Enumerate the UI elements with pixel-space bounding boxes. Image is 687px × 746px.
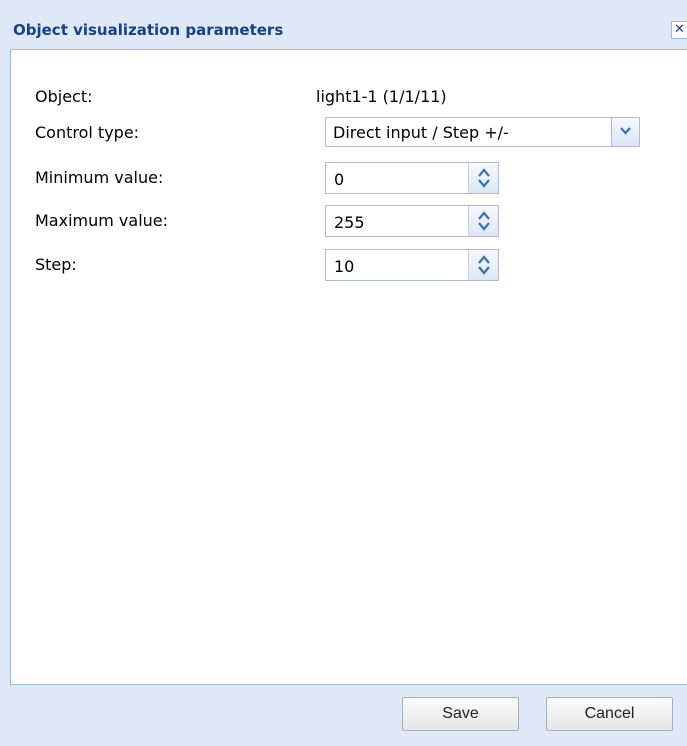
maximum-value-label: Maximum value:: [35, 211, 169, 230]
minimum-value-spinner[interactable]: 0: [325, 162, 499, 194]
minimum-value-input[interactable]: 0: [334, 170, 344, 189]
cancel-button[interactable]: Cancel: [546, 697, 673, 731]
step-spinner[interactable]: 10: [325, 249, 499, 281]
control-type-row: Control type: Direct input / Step +/-: [11, 114, 687, 147]
object-label: Object:: [35, 87, 93, 106]
up-down-arrows-icon[interactable]: [468, 163, 498, 193]
step-label: Step:: [35, 255, 77, 274]
dialog-titlebar[interactable]: Object visualization parameters ✕: [0, 10, 687, 50]
maximum-value-input[interactable]: 255: [334, 213, 365, 232]
chevron-down-icon[interactable]: [611, 118, 639, 146]
dialog-footer: Save Cancel: [10, 685, 687, 746]
minimum-value-label: Minimum value:: [35, 168, 164, 187]
minimum-value-row: Minimum value: 0: [11, 162, 687, 194]
object-visualization-dialog: Object visualization parameters ✕ Object…: [0, 0, 687, 746]
maximum-value-row: Maximum value: 255: [11, 205, 687, 237]
object-row: Object: light1-1 (1/1/11): [11, 80, 687, 112]
close-icon[interactable]: ✕: [671, 21, 687, 39]
save-button[interactable]: Save: [402, 697, 519, 731]
dialog-body: Object: light1-1 (1/1/11) Control type: …: [10, 49, 687, 685]
dialog-title: Object visualization parameters: [13, 21, 284, 39]
up-down-arrows-icon[interactable]: [468, 250, 498, 280]
step-input[interactable]: 10: [334, 257, 354, 276]
control-type-select[interactable]: Direct input / Step +/-: [325, 117, 640, 147]
up-down-arrows-icon[interactable]: [468, 206, 498, 236]
maximum-value-spinner[interactable]: 255: [325, 205, 499, 237]
control-type-value: Direct input / Step +/-: [333, 123, 509, 142]
control-type-label: Control type:: [35, 123, 140, 142]
object-value: light1-1 (1/1/11): [316, 87, 447, 106]
step-row: Step: 10: [11, 249, 687, 281]
